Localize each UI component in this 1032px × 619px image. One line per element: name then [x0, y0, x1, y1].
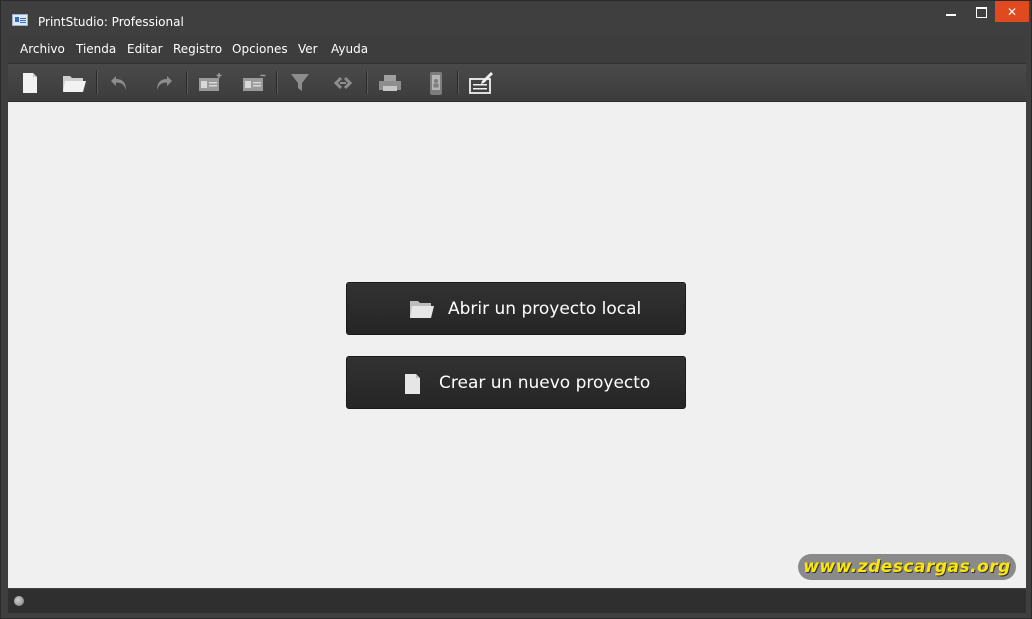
print-button[interactable] [374, 68, 404, 98]
menu-registro[interactable]: Registro [173, 42, 222, 56]
status-bar [8, 589, 1026, 613]
new-document-icon [405, 374, 420, 394]
print-icon [379, 75, 401, 91]
close-icon: ✕ [1006, 5, 1018, 19]
close-button[interactable]: ✕ [995, 1, 1029, 22]
undo-button[interactable] [105, 68, 135, 98]
toolbar-separator [96, 71, 97, 94]
open-folder-icon [410, 301, 434, 318]
add-card-button[interactable] [194, 68, 224, 98]
menu-archivo[interactable]: Archivo [20, 42, 65, 56]
menu-bar: Archivo Tienda Editar Registro Opciones … [8, 36, 1026, 64]
filter-icon [291, 74, 309, 91]
link-icon [333, 76, 353, 90]
maximize-button[interactable] [966, 1, 997, 22]
create-new-project-label: Crear un nuevo proyecto [439, 373, 651, 393]
menu-tienda[interactable]: Tienda [76, 42, 116, 56]
open-folder-icon [63, 76, 86, 92]
edit-card-button[interactable] [465, 68, 495, 98]
edit-card-icon [469, 72, 493, 94]
new-document-icon [23, 73, 37, 93]
redo-icon [157, 76, 172, 90]
mobile-device-icon [430, 72, 442, 95]
minimize-button[interactable] [936, 1, 967, 22]
menu-editar[interactable]: Editar [127, 42, 163, 56]
link-button[interactable] [328, 68, 358, 98]
app-icon [12, 14, 28, 26]
watermark: www.zdescargas.org [798, 554, 1016, 580]
toolbar [8, 64, 1026, 102]
toolbar-separator [366, 71, 367, 94]
open-local-project-button[interactable]: Abrir un proyecto local [346, 282, 686, 335]
filter-button[interactable] [285, 68, 315, 98]
menu-opciones[interactable]: Opciones [232, 42, 288, 56]
remove-card-button[interactable] [238, 68, 268, 98]
open-folder-button[interactable] [58, 68, 88, 98]
mobile-device-button[interactable] [421, 68, 451, 98]
start-screen: Abrir un proyecto local Crear un nuevo p… [8, 102, 1026, 588]
create-new-project-button[interactable]: Crear un nuevo proyecto [346, 356, 686, 409]
remove-card-icon [243, 74, 266, 91]
menu-ayuda[interactable]: Ayuda [331, 42, 368, 56]
menu-ver[interactable]: Ver [298, 42, 318, 56]
toolbar-separator [457, 71, 458, 94]
redo-button[interactable] [148, 68, 178, 98]
toolbar-separator [186, 71, 187, 94]
open-local-project-label: Abrir un proyecto local [448, 299, 642, 319]
undo-icon [111, 76, 126, 90]
window-title: PrintStudio: Professional [38, 15, 184, 29]
new-document-button[interactable] [15, 68, 45, 98]
maximize-icon [976, 7, 987, 18]
add-card-icon [199, 73, 222, 91]
title-bar[interactable]: PrintStudio: Professional ✕ [1, 1, 1031, 34]
toolbar-separator [276, 71, 277, 94]
app-window: PrintStudio: Professional ✕ Archivo Tien… [0, 0, 1032, 619]
minimize-icon [946, 14, 956, 16]
status-indicator-icon [14, 596, 24, 606]
